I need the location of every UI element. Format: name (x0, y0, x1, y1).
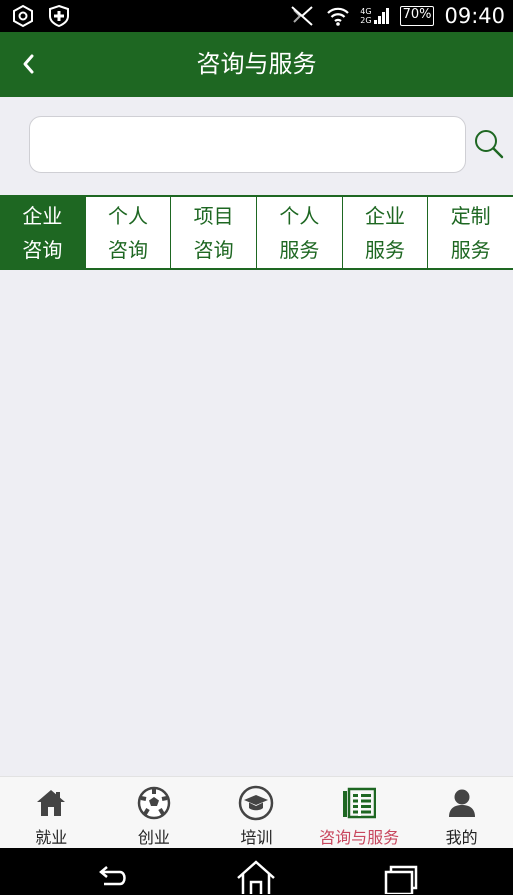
network-type-bottom: 2G (360, 16, 372, 25)
graduation-cap-icon (239, 785, 274, 821)
network-type-top: 4G (360, 7, 372, 16)
network-indicator: 4G 2G (360, 6, 389, 26)
status-left-icons (12, 4, 70, 28)
nav-label: 我的 (445, 828, 478, 847)
search-bar (0, 97, 513, 195)
back-arrow-icon (99, 866, 126, 886)
system-nav-bar (0, 848, 513, 895)
nav-item-training[interactable]: 培训 (205, 777, 308, 848)
content-list-area[interactable] (0, 270, 513, 776)
wifi-icon (327, 7, 350, 26)
chevron-left-icon (23, 54, 34, 74)
status-right-icons: 4G 2G 70% 09:40 (288, 2, 505, 30)
tab-project-consulting[interactable]: 项目 咨询 (171, 197, 258, 268)
tab-personal-consulting[interactable]: 个人 咨询 (86, 197, 172, 268)
category-tabs: 企业 咨询 个人 咨询 项目 咨询 个人 服务 企业 服务 定制 服务 (0, 195, 513, 270)
nav-item-consulting-service[interactable]: 咨询与服务 (308, 777, 411, 848)
system-home-button[interactable] (234, 858, 278, 894)
search-input[interactable] (29, 116, 466, 173)
recents-icon (384, 865, 418, 895)
tab-label-line1: 企业 (22, 203, 63, 228)
tab-label-line2: 咨询 (108, 237, 148, 262)
list-icon (343, 787, 377, 819)
home-icon (37, 790, 66, 816)
tab-label-line2: 服务 (450, 237, 491, 262)
tab-label-line1: 定制 (450, 203, 491, 228)
tab-label-line2: 咨询 (22, 237, 63, 262)
nav-item-entrepreneurship[interactable]: 创业 (103, 777, 206, 848)
tab-custom-service[interactable]: 定制 服务 (428, 197, 513, 268)
battery-indicator: 70% (399, 6, 435, 26)
tab-label-line1: 企业 (365, 203, 406, 228)
back-button[interactable] (14, 48, 46, 80)
app-screen: 4G 2G 70% 09:40 咨询与服务 企业 咨询 个人 咨询 项目 咨询 … (0, 0, 513, 895)
tab-label-line1: 个人 (279, 203, 320, 228)
search-icon (475, 130, 504, 159)
system-recents-button[interactable] (378, 858, 422, 895)
tab-label-line1: 项目 (193, 203, 234, 228)
nav-label: 培训 (240, 828, 273, 847)
nav-label: 创业 (137, 828, 170, 847)
status-bar: 4G 2G 70% 09:40 (0, 0, 513, 32)
system-back-button[interactable] (90, 858, 134, 894)
tab-label-line1: 个人 (108, 203, 148, 228)
home-outline-icon (237, 860, 275, 894)
page-title: 咨询与服务 (196, 50, 317, 78)
tab-enterprise-consulting[interactable]: 企业 咨询 (0, 197, 86, 268)
tab-label-line2: 咨询 (193, 237, 234, 262)
nav-label: 咨询与服务 (319, 828, 400, 847)
nav-item-employment[interactable]: 就业 (0, 777, 103, 848)
nfc-off-icon (291, 6, 313, 26)
tab-label-line2: 服务 (279, 237, 320, 262)
tab-enterprise-service[interactable]: 企业 服务 (343, 197, 429, 268)
nav-item-mine[interactable]: 我的 (410, 777, 513, 848)
soccer-ball-icon (137, 786, 171, 820)
hexagon-icon (13, 4, 33, 28)
signal-icon (373, 8, 389, 24)
tab-personal-service[interactable]: 个人 服务 (257, 197, 343, 268)
app-header: 咨询与服务 (0, 32, 513, 97)
search-button[interactable] (472, 127, 506, 161)
user-icon (448, 789, 475, 817)
nav-label: 就业 (35, 828, 68, 847)
clock: 09:40 (444, 4, 505, 28)
shield-icon (49, 4, 69, 28)
tab-label-line2: 服务 (365, 237, 406, 262)
bottom-nav: 就业 创业 培训 咨询与服务 我的 (0, 776, 513, 848)
